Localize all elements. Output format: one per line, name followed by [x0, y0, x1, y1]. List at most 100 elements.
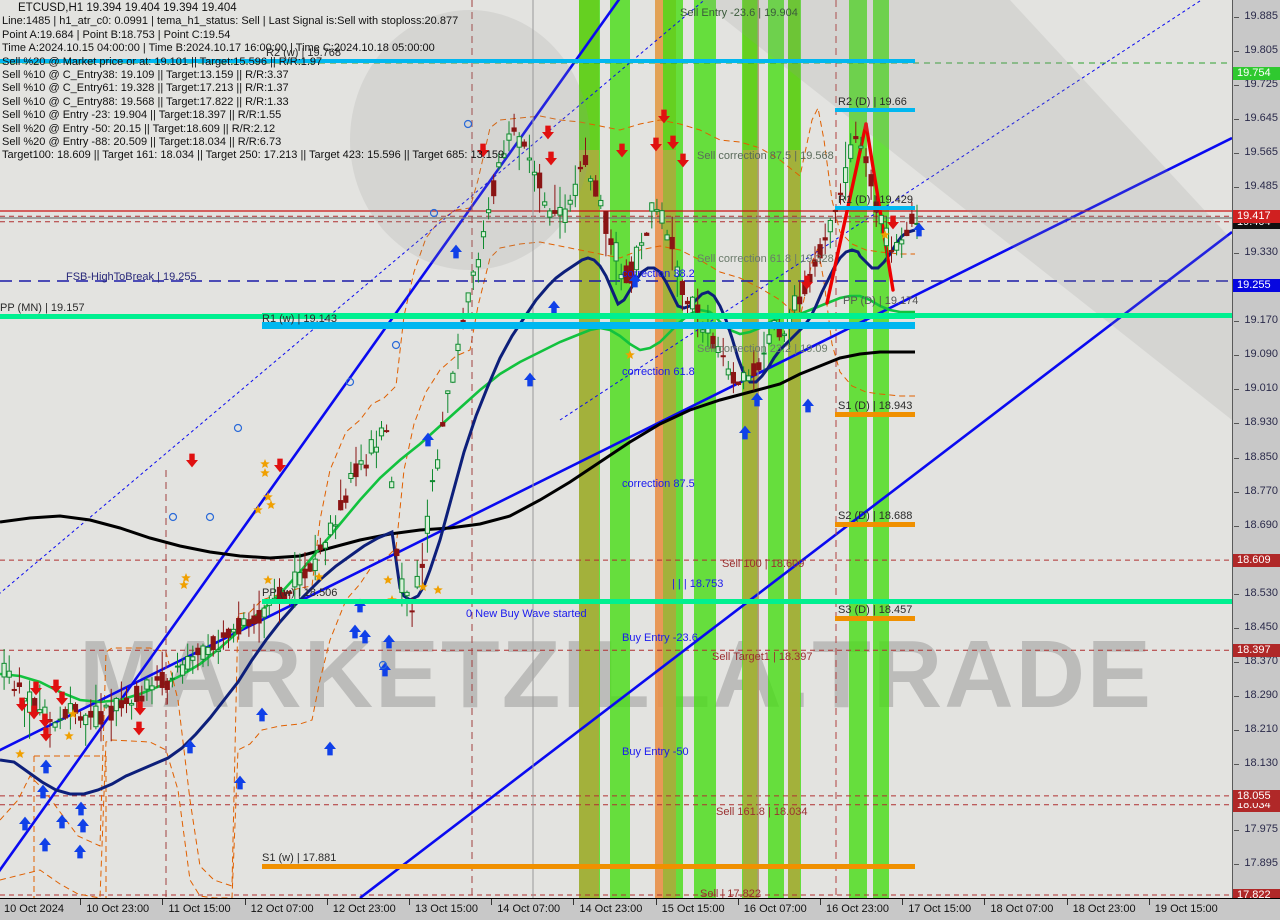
level-line: [835, 412, 915, 417]
price-badge[interactable]: 18.055: [1233, 789, 1280, 803]
price-badge[interactable]: 19.417: [1233, 210, 1280, 224]
candle-body: [317, 544, 323, 551]
buy-arrow-icon: [524, 372, 536, 387]
candle-body: [822, 237, 828, 241]
candle-body: [180, 664, 186, 676]
candle-body: [491, 180, 497, 197]
candle-body: [302, 568, 308, 579]
level-label: S3 (D) | 18.457: [838, 604, 913, 616]
price-tick: [1234, 389, 1239, 391]
time-tick-label: 19 Oct 15:00: [1154, 903, 1218, 915]
candle-body: [720, 355, 726, 358]
sell-arrow-icon: [677, 153, 689, 168]
candle-body: [684, 300, 691, 305]
price-tick: [1234, 525, 1239, 527]
candle-body: [766, 334, 772, 344]
candle-body: [664, 234, 670, 241]
info-line: Sell %10 @ C_Entry88: 19.568 || Target:1…: [2, 95, 289, 108]
candle-body: [348, 472, 354, 480]
level-label: R2 (D) | 19.66: [838, 96, 907, 108]
circle-marker: [205, 512, 215, 522]
candle-body: [899, 239, 905, 245]
candle-body: [169, 677, 176, 680]
level-label: Buy Entry -50: [622, 746, 689, 758]
time-axis[interactable]: 10 Oct 2024 10 Oct 23:00 11 Oct 15:00 12 Oc…: [0, 898, 1280, 920]
candle-body: [343, 495, 349, 503]
info-line: Sell %10 @ Entry -23: 19.904 || Target:1…: [2, 109, 282, 122]
candle-body: [231, 628, 237, 633]
info-line: Sell %20 @ Entry -88: 20.509 || Target:1…: [2, 136, 282, 149]
candle-body: [868, 174, 874, 187]
candle-body: [159, 671, 165, 688]
buy-arrow-icon: [75, 801, 87, 816]
candle-body: [358, 460, 364, 465]
level-label: PP (MN) | 19.157: [0, 302, 85, 314]
info-line: Line:1485 | h1_atr_c0: 0.0991 | tema_h1_…: [2, 15, 459, 28]
price-tick-label: 19.170: [1244, 314, 1278, 327]
circle-marker: [168, 512, 178, 522]
time-tick: [1148, 899, 1150, 905]
candle-body: [195, 647, 201, 656]
candle-body: [164, 680, 170, 690]
star-marker: [625, 350, 635, 360]
candle-body: [730, 371, 736, 384]
price-tick: [1234, 355, 1239, 357]
level-label: Sell | 17.822: [700, 888, 761, 898]
price-tick: [1234, 863, 1239, 865]
price-tick: [1234, 119, 1239, 121]
price-axis[interactable]: 19.885 19.805 19.725 19.645 19.565 19.485 19.3…: [1232, 0, 1280, 903]
price-tick: [1234, 85, 1239, 87]
candle-body: [113, 697, 119, 712]
candle-body: [414, 575, 420, 588]
price-tick-label: 18.850: [1244, 450, 1278, 463]
price-badge[interactable]: 18.397: [1233, 644, 1280, 658]
price-tick-label: 17.895: [1244, 856, 1278, 869]
price-tick-label: 19.010: [1244, 382, 1278, 395]
buy-arrow-icon: [359, 629, 371, 644]
level-label: Sell 100 | 18.609: [722, 558, 805, 570]
candle-body: [843, 167, 849, 183]
star-marker: [181, 573, 191, 583]
candle-body: [103, 704, 109, 708]
candle-body: [557, 206, 563, 216]
candle-body: [781, 333, 787, 337]
time-tick: [409, 899, 410, 905]
candle-body: [251, 615, 257, 625]
candle-body: [16, 682, 22, 688]
info-line: Point A:19.684 | Point B:18.753 | Point …: [2, 28, 231, 41]
buy-arrow-icon: [802, 398, 814, 413]
candle-body: [215, 649, 221, 653]
time-tick-label: 13 Oct 15:00: [415, 903, 478, 915]
buy-arrow-icon: [56, 814, 68, 829]
candle-body: [455, 343, 461, 352]
level-label: Sell 161.8 | 18.034: [716, 806, 808, 818]
candle-body: [88, 710, 94, 718]
price-tick-label: 18.690: [1244, 518, 1278, 531]
price-badge[interactable]: 19.255: [1233, 279, 1280, 293]
candle-body: [746, 375, 752, 382]
candle-body: [562, 208, 568, 223]
price-tick: [1234, 763, 1239, 765]
candle-body: [368, 439, 374, 454]
price-badge[interactable]: 19.754: [1233, 66, 1280, 80]
buy-arrow-icon: [383, 634, 395, 649]
price-badge[interactable]: 18.609: [1233, 554, 1280, 568]
candle-body: [644, 232, 650, 236]
time-tick: [902, 899, 904, 905]
candle-body: [220, 632, 227, 638]
price-tick-label: 19.645: [1244, 112, 1278, 125]
candle-body: [516, 136, 522, 148]
time-tick-label: 18 Oct 07:00: [990, 903, 1054, 915]
level-label: Sell correction 61.8 | 19.328: [697, 253, 834, 265]
candle-body: [129, 702, 135, 706]
chart-plot-area[interactable]: MARKETZILLA.TRADE: [0, 0, 1233, 898]
price-tick: [1234, 457, 1239, 459]
candle-body: [725, 368, 731, 376]
candle-body: [297, 572, 303, 586]
level-label: PP (D) | 19.174: [843, 295, 919, 307]
star-marker: [179, 580, 189, 590]
star-marker: [64, 731, 74, 741]
candle-body: [598, 199, 604, 207]
candle-body: [700, 329, 706, 333]
price-tick-label: 19.725: [1244, 78, 1278, 91]
